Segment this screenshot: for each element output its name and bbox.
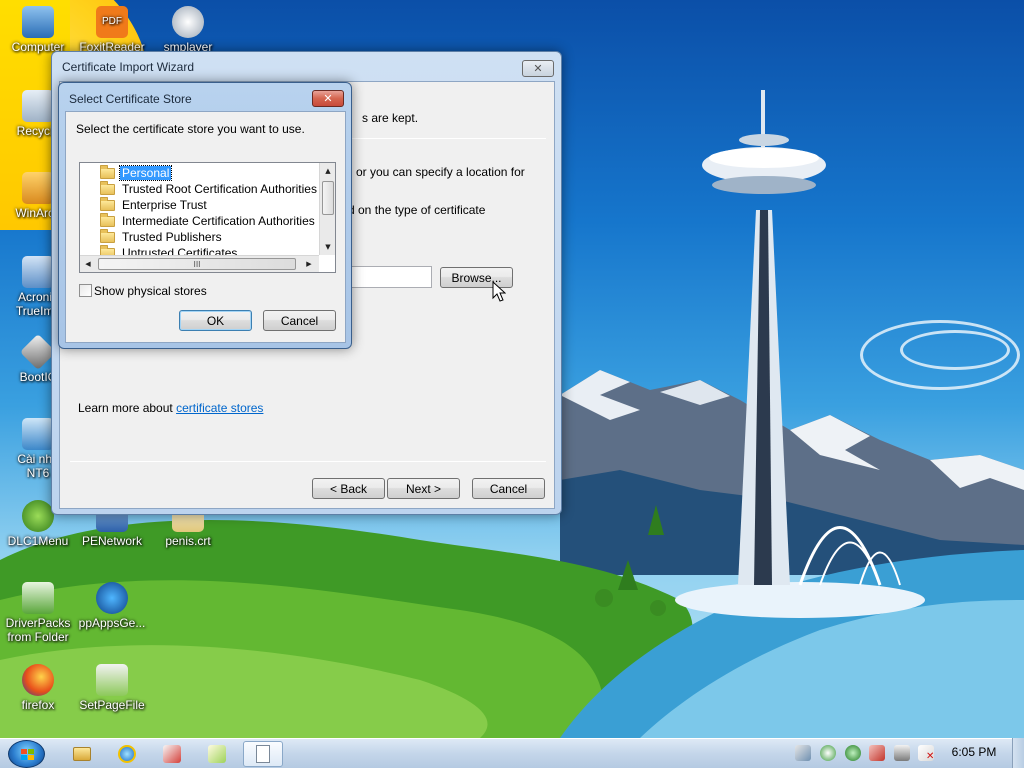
tree-item[interactable]: Trusted Root Certification Authorities	[100, 180, 319, 197]
tray-display-icon[interactable]	[894, 745, 910, 761]
taskbar-network-tool-button[interactable]	[152, 741, 192, 767]
wizard-partial-text-2: or you can specify a location for	[356, 165, 525, 179]
folder-icon	[100, 180, 115, 195]
desktop-icon-driverpacks[interactable]: DriverPacks from Folder	[0, 582, 76, 644]
dlc-menu-icon	[22, 500, 54, 532]
network-tool-icon	[163, 745, 181, 763]
start-button[interactable]	[8, 740, 45, 768]
acronis-icon	[22, 256, 54, 288]
close-icon: ✕	[533, 62, 543, 75]
vertical-scroll-thumb[interactable]	[322, 181, 334, 215]
store-dialog-title: Select Certificate Store	[69, 92, 192, 106]
firefox-icon	[22, 664, 54, 696]
archive-icon	[22, 172, 54, 204]
desktop-icon-computer[interactable]: Computer	[0, 6, 76, 54]
taskbar-explorer-button[interactable]	[62, 741, 102, 767]
wizard-footer-separator	[70, 461, 546, 462]
show-desktop-button[interactable]	[1012, 738, 1024, 768]
scroll-down-icon[interactable]: ▼	[320, 239, 335, 255]
folder-icon	[100, 228, 115, 243]
taskbar-certificate-tool-button[interactable]	[197, 741, 237, 767]
desktop-icon-setpagefile[interactable]: SetPageFile	[74, 664, 150, 712]
taskbar-clock[interactable]: 6:05 PM	[941, 745, 1007, 759]
computer-icon	[22, 6, 54, 38]
driverpacks-icon	[22, 582, 54, 614]
taskbar: ✕	[0, 738, 1024, 768]
tree-item[interactable]: Trusted Publishers	[100, 228, 224, 245]
mouse-cursor-icon	[492, 281, 506, 302]
scroll-up-icon[interactable]: ▲	[320, 163, 335, 179]
tree-item-label: Intermediate Certification Authorities	[122, 214, 315, 228]
wizard-title: Certificate Import Wizard	[62, 60, 195, 74]
wizard-partial-text-1: s are kept.	[362, 111, 419, 125]
tree-item[interactable]: Enterprise Trust	[100, 196, 209, 213]
learn-more-text: Learn more about certificate stores	[78, 401, 264, 415]
store-dialog-cancel-button[interactable]: Cancel	[263, 310, 336, 331]
installer-icon	[22, 418, 54, 450]
tray-network-icon[interactable]	[795, 745, 811, 761]
store-dialog-client-area: Select the certificate store you want to…	[65, 111, 346, 343]
store-dialog-close-button[interactable]: ✕	[312, 90, 344, 107]
back-button[interactable]: < Back	[312, 478, 385, 499]
explorer-icon	[73, 747, 91, 761]
tree-item-label: Enterprise Trust	[122, 198, 207, 212]
desktop-icon-firefox[interactable]: firefox	[0, 664, 76, 712]
taskbar-document-button[interactable]	[243, 741, 283, 767]
scroll-left-icon[interactable]: ◀	[80, 256, 96, 272]
internet-explorer-icon	[118, 745, 136, 763]
tree-item-label: Trusted Publishers	[122, 230, 222, 244]
tree-vertical-scrollbar[interactable]: ▲ ▼	[319, 163, 335, 255]
folder-icon	[100, 164, 115, 179]
tray-volume-muted-icon[interactable]: ✕	[918, 745, 935, 762]
next-button[interactable]: Next >	[387, 478, 460, 499]
scroll-right-icon[interactable]: ▶	[301, 256, 317, 272]
tree-item[interactable]: Intermediate Certification Authorities	[100, 212, 317, 229]
tree-item[interactable]: Personal	[100, 164, 173, 181]
tray-tool-icon[interactable]	[869, 745, 885, 761]
certificate-store-tree[interactable]: Personal Trusted Root Certification Auth…	[79, 162, 336, 273]
setpagefile-icon	[96, 664, 128, 696]
desktop-icon-foxit-reader[interactable]: PDF FoxitReader	[74, 6, 150, 54]
smplayer-icon	[172, 6, 204, 38]
select-certificate-store-dialog: Select Certificate Store ✕ Select the ce…	[58, 82, 352, 349]
horizontal-scroll-thumb[interactable]: III	[98, 258, 296, 270]
document-icon	[256, 745, 270, 763]
windows-logo-icon	[21, 749, 34, 760]
wizard-partial-text-3: d on the type of certificate	[348, 203, 486, 217]
ppapps-icon	[96, 582, 128, 614]
wizard-close-button[interactable]: ✕	[522, 60, 554, 77]
tree-item-label: Trusted Root Certification Authorities	[122, 182, 317, 196]
certificate-tool-icon	[208, 745, 226, 763]
show-physical-stores-label: Show physical stores	[94, 284, 207, 298]
mute-x-icon: ✕	[926, 751, 935, 762]
taskbar-internet-explorer-button[interactable]	[107, 741, 147, 767]
pdf-icon: PDF	[96, 6, 128, 38]
store-path-field[interactable]	[350, 266, 432, 288]
tray-security-icon[interactable]	[820, 745, 836, 761]
store-dialog-prompt: Select the certificate store you want to…	[76, 122, 305, 136]
folder-icon	[100, 212, 115, 227]
tree-horizontal-scrollbar[interactable]: ◀ III ▶	[80, 255, 319, 272]
tray-media-player-icon[interactable]	[845, 745, 861, 761]
wizard-cancel-button[interactable]: Cancel	[472, 478, 545, 499]
tree-item-label: Personal	[118, 165, 173, 181]
show-physical-stores-checkbox[interactable]	[79, 284, 92, 297]
desktop-icon-ppappsge[interactable]: ppAppsGe...	[74, 582, 150, 630]
certificate-stores-link[interactable]: certificate stores	[176, 401, 263, 415]
close-icon: ✕	[323, 92, 333, 105]
desktop-icon-smplayer[interactable]: smplayer	[150, 6, 226, 54]
recycle-bin-icon	[22, 90, 54, 122]
ok-button[interactable]: OK	[179, 310, 252, 331]
folder-icon	[100, 196, 115, 211]
